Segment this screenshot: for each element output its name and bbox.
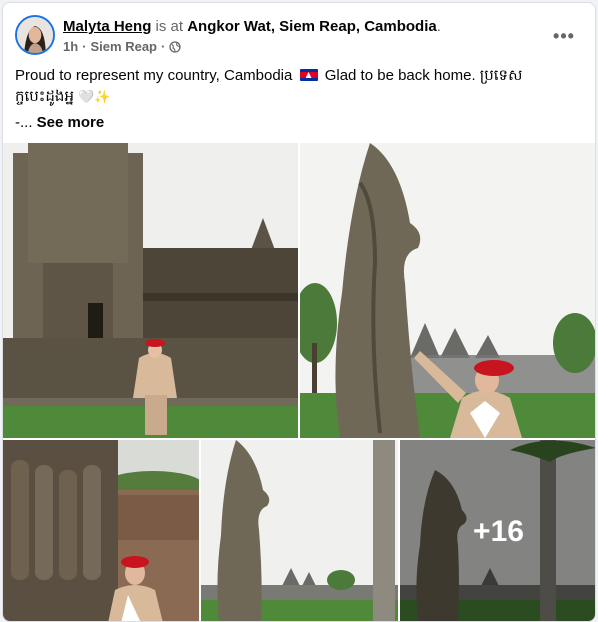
photo-naga-causeway[interactable] bbox=[201, 440, 398, 621]
see-more-row: -... See more bbox=[15, 113, 104, 133]
author-name-link[interactable]: Malyta Heng bbox=[63, 18, 151, 35]
see-more-prefix: -... bbox=[15, 114, 33, 131]
remaining-photos-count: +16 bbox=[473, 514, 524, 548]
photo-gallery: +16 bbox=[3, 143, 595, 621]
meta-separator-2: · bbox=[161, 39, 166, 54]
post-subtitle-line: 1h · Siem Reap · bbox=[63, 38, 543, 55]
relief-image bbox=[3, 440, 199, 621]
photo-naga-statue[interactable] bbox=[300, 143, 595, 438]
post-time-link[interactable]: 1h bbox=[63, 38, 78, 55]
temple-image bbox=[3, 143, 298, 438]
post-title-line: Malyta Heng is at Angkor Wat, Siem Reap,… bbox=[63, 17, 543, 36]
message-line-2: ក្ចបេះដូងអ្ន bbox=[15, 88, 74, 105]
title-period: . bbox=[436, 18, 441, 35]
meta-separator: · bbox=[82, 39, 87, 54]
post-header: Malyta Heng is at Angkor Wat, Siem Reap,… bbox=[15, 15, 583, 57]
location-link[interactable]: Angkor Wat, Siem Reap, Cambodia bbox=[187, 18, 437, 35]
cambodia-flag-icon bbox=[299, 69, 318, 81]
avatar-image bbox=[17, 17, 53, 53]
photo-angkor-wat-temple[interactable] bbox=[3, 143, 298, 438]
post-card: Malyta Heng is at Angkor Wat, Siem Reap,… bbox=[2, 2, 596, 622]
place-link[interactable]: Siem Reap bbox=[91, 38, 157, 55]
causeway-image bbox=[201, 440, 398, 621]
message-part-1: Proud to represent my country, Cambodia bbox=[15, 67, 293, 84]
post-meta: Malyta Heng is at Angkor Wat, Siem Reap,… bbox=[63, 17, 543, 55]
see-more-button[interactable]: See more bbox=[37, 114, 105, 131]
message-part-2: Glad to be back home. ប្រទេស bbox=[324, 67, 523, 84]
photo-bas-relief-wall[interactable] bbox=[3, 440, 199, 621]
globe-icon bbox=[169, 40, 181, 53]
post-message: Proud to represent my country, Cambodia … bbox=[15, 65, 579, 108]
photo-naga-causeway-more[interactable]: +16 bbox=[400, 440, 595, 621]
naga-image bbox=[300, 143, 595, 438]
message-emoji: 🤍✨ bbox=[78, 90, 111, 105]
is-at-text: is at bbox=[155, 18, 184, 35]
post-options-button[interactable]: ••• bbox=[549, 21, 579, 51]
author-avatar[interactable] bbox=[15, 15, 55, 55]
more-horizontal-icon: ••• bbox=[553, 25, 575, 46]
more-photos-overlay[interactable]: +16 bbox=[400, 440, 595, 621]
